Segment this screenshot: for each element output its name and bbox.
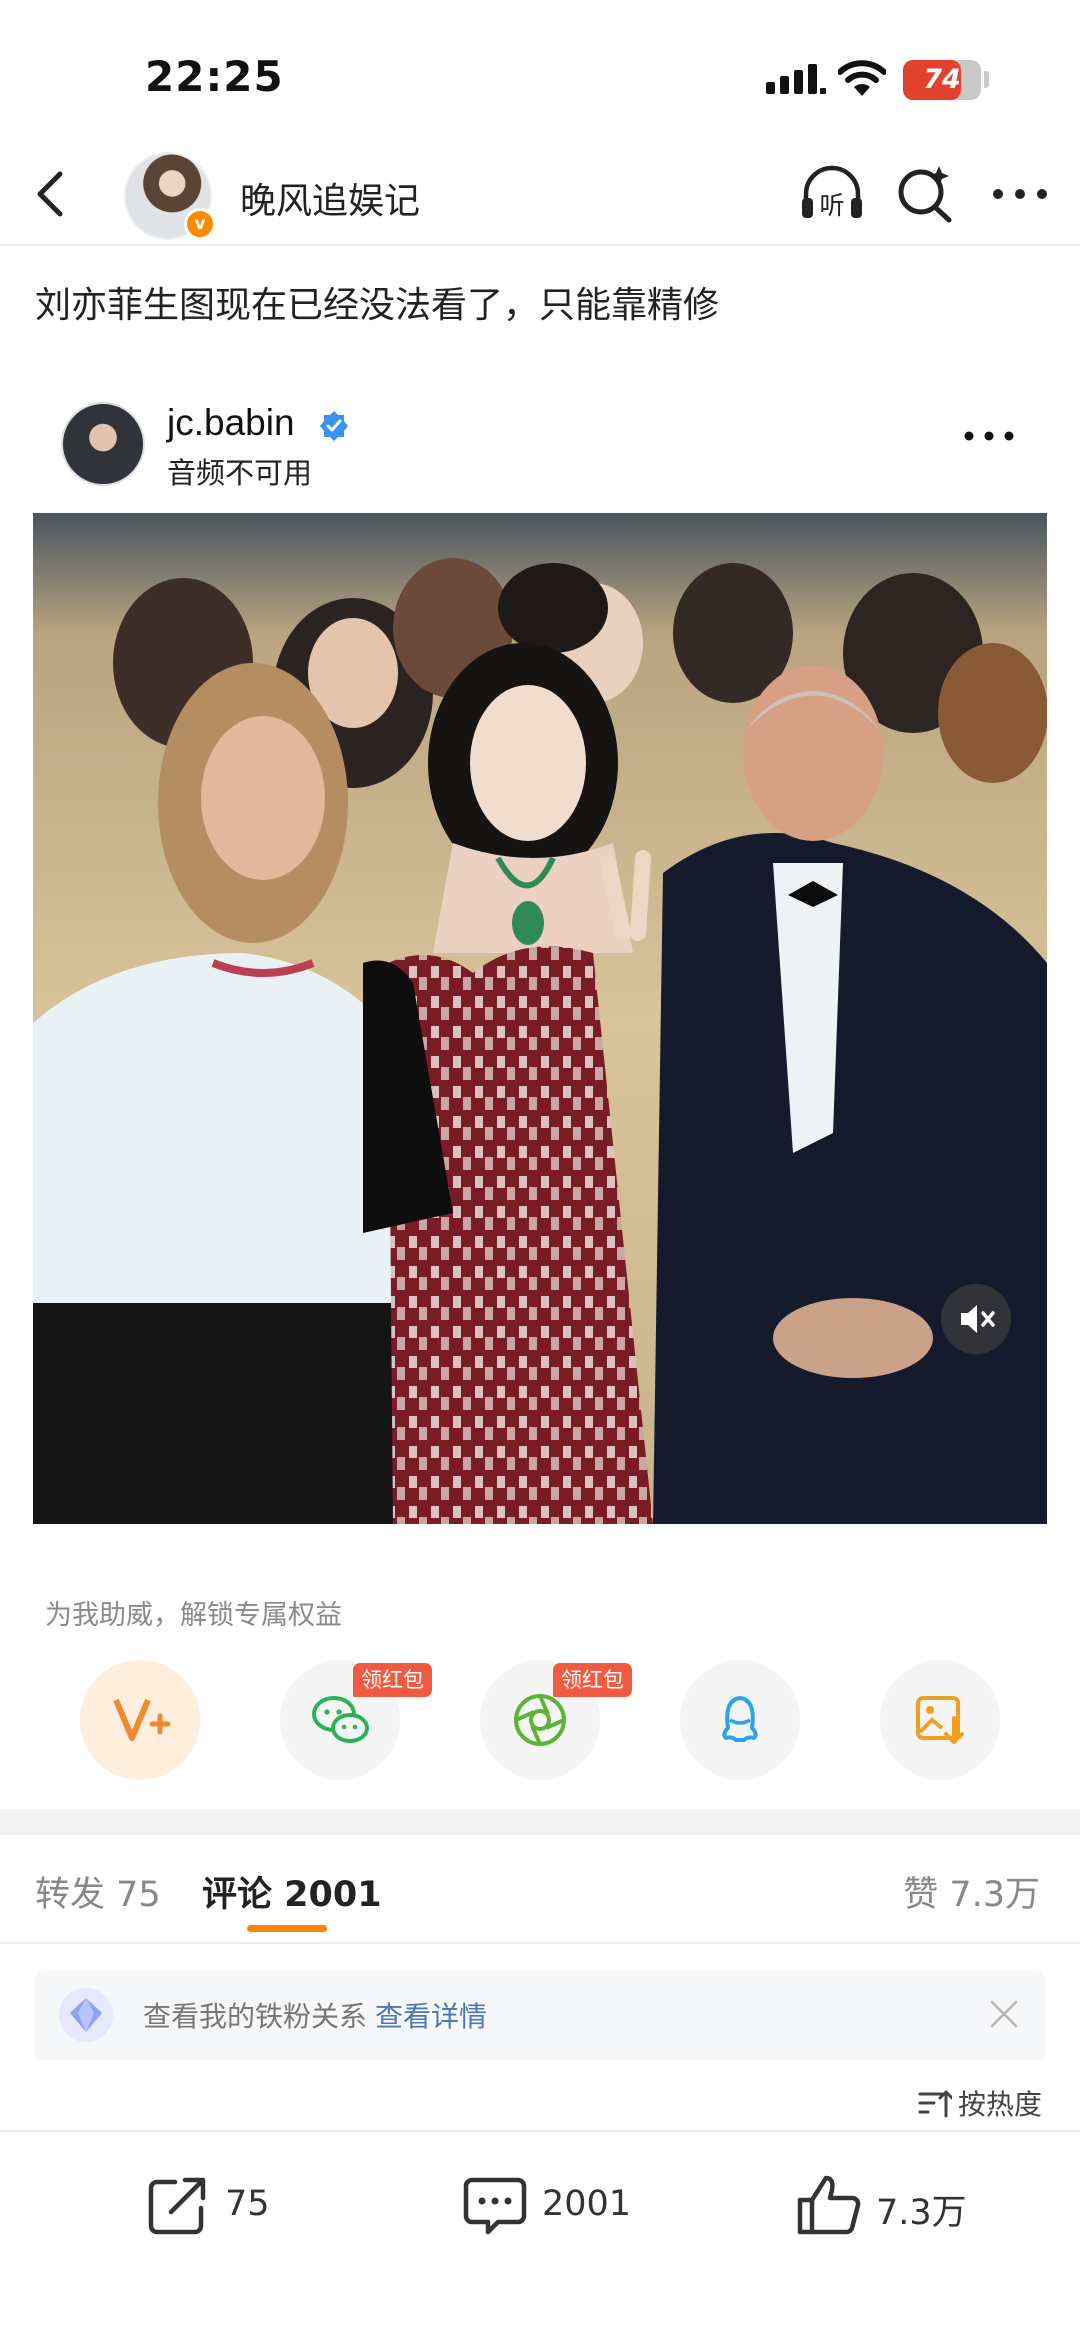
status-bar: 22:25 74 bbox=[0, 0, 1080, 140]
bottom-action-bar: 75 2001 7.3万 bbox=[0, 2130, 1080, 2346]
repost-button[interactable]: 75 bbox=[145, 2172, 285, 2242]
save-image-icon bbox=[916, 1696, 964, 1744]
tab-reposts[interactable]: 转发 75 bbox=[35, 1866, 161, 1917]
tab-comments[interactable]: 评论 2001 bbox=[202, 1866, 382, 1917]
embedded-more-icon bbox=[964, 431, 1014, 441]
author-name[interactable]: 晚风追娱记 bbox=[240, 172, 420, 224]
battery-icon: 74 bbox=[903, 60, 981, 100]
red-packet-badge-moments: 领红包 bbox=[553, 1663, 632, 1697]
tabs-divider bbox=[0, 1942, 1080, 1944]
red-packet-badge-wechat: 领红包 bbox=[353, 1663, 432, 1697]
comment-button[interactable]: 2001 bbox=[462, 2172, 642, 2242]
qq-icon bbox=[722, 1696, 758, 1742]
section-divider bbox=[0, 1809, 1080, 1835]
embedded-avatar bbox=[61, 402, 145, 486]
repost-count: 75 bbox=[225, 2184, 270, 2224]
thumbs-up-icon bbox=[797, 2175, 861, 2235]
tab-likes[interactable]: 赞 7.3万 bbox=[903, 1866, 1040, 1917]
repost-icon bbox=[148, 2177, 206, 2235]
active-tab-indicator bbox=[247, 1925, 327, 1932]
fan-notice-text: 查看我的铁粉关系 查看详情 bbox=[143, 1995, 487, 2035]
comment-icon bbox=[463, 2177, 527, 2235]
fan-relationship-banner[interactable]: 查看我的铁粉关系 查看详情 bbox=[35, 1970, 1045, 2060]
promo-text: 为我助威，解锁专属权益 bbox=[45, 1600, 342, 1631]
share-qq-button[interactable] bbox=[680, 1660, 800, 1780]
moments-icon bbox=[514, 1694, 566, 1746]
comment-count: 2001 bbox=[542, 2184, 632, 2224]
fan-details-link[interactable]: 查看详情 bbox=[375, 2000, 487, 2033]
verified-check-icon bbox=[320, 411, 348, 441]
speaker-muted-icon bbox=[961, 1305, 995, 1333]
wechat-icon bbox=[312, 1696, 369, 1743]
post-image[interactable]: jc.babin 音频不可用 bbox=[33, 368, 1047, 1524]
more-options-icon[interactable] bbox=[985, 162, 1055, 226]
like-button[interactable]: 7.3万 bbox=[796, 2172, 976, 2242]
save-image-button[interactable] bbox=[880, 1660, 1000, 1780]
battery-percent: 74 bbox=[923, 64, 961, 95]
close-icon[interactable] bbox=[987, 1997, 1021, 2031]
vip-icon bbox=[113, 1698, 171, 1741]
sort-icon bbox=[918, 2090, 952, 2118]
post-text: 刘亦菲生图现在已经没法看了，只能靠精修 bbox=[35, 285, 720, 326]
back-button[interactable] bbox=[22, 164, 82, 224]
sort-by-heat-button[interactable]: 按热度 bbox=[918, 2083, 1042, 2123]
mute-button[interactable] bbox=[941, 1284, 1011, 1354]
cellular-signal-icon bbox=[766, 64, 826, 94]
sort-label: 按热度 bbox=[957, 2088, 1042, 2121]
fan-notice-label: 查看我的铁粉关系 bbox=[143, 2000, 368, 2033]
top-nav: v 晚风追娱记 听 bbox=[0, 140, 1080, 246]
embedded-username: jc.babin bbox=[167, 402, 295, 443]
status-time: 22:25 bbox=[145, 52, 284, 101]
share-row: 领红包 领红包 bbox=[0, 1660, 1080, 1785]
vip-support-button[interactable] bbox=[80, 1660, 200, 1780]
search-icon[interactable] bbox=[893, 162, 957, 226]
battery-cap bbox=[984, 71, 989, 88]
event-photo bbox=[33, 513, 1047, 1524]
verified-badge-icon: v bbox=[184, 208, 216, 240]
svg-text:听: 听 bbox=[819, 191, 844, 220]
wifi-icon bbox=[838, 60, 886, 96]
embedded-subtitle: 音频不可用 bbox=[167, 456, 313, 490]
listen-headphones-icon[interactable]: 听 bbox=[798, 162, 866, 226]
like-count: 7.3万 bbox=[876, 2193, 967, 2233]
diamond-badge-icon bbox=[59, 1988, 113, 2042]
